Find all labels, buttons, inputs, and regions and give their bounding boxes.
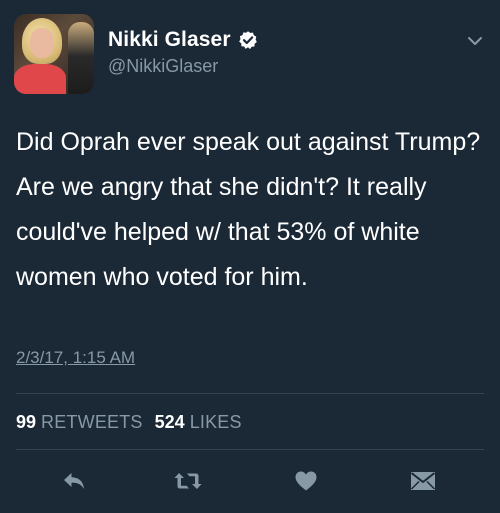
verified-badge-icon (238, 30, 258, 50)
divider (16, 393, 484, 394)
tweet-text: Did Oprah ever speak out against Trump? … (16, 128, 481, 291)
author-row: Nikki Glaser (108, 28, 258, 52)
retweet-button[interactable] (173, 466, 203, 496)
author-handle[interactable]: @NikkiGlaser (108, 56, 218, 77)
retweet-icon (174, 473, 202, 489)
reply-button[interactable] (59, 466, 89, 496)
retweets-count[interactable]: 99 (16, 412, 36, 433)
tweet-timestamp[interactable]: 2/3/17, 1:15 AM (16, 348, 135, 368)
likes-count[interactable]: 524 (155, 412, 185, 433)
like-button[interactable] (291, 466, 321, 496)
heart-icon (295, 471, 317, 491)
chevron-down-icon[interactable] (466, 34, 484, 48)
divider (16, 449, 484, 450)
avatar-face (30, 28, 54, 58)
direct-message-icon (410, 472, 436, 490)
author-name[interactable]: Nikki Glaser (108, 28, 231, 52)
avatar-dress (14, 64, 66, 94)
direct-message-button[interactable] (408, 466, 438, 496)
tweet-stats: 99 RETWEETS 524 LIKES (16, 412, 242, 433)
retweets-label[interactable]: RETWEETS (41, 412, 143, 433)
likes-label[interactable]: LIKES (190, 412, 242, 433)
avatar-background-person (68, 22, 94, 94)
reply-icon (64, 473, 84, 489)
avatar[interactable] (14, 14, 94, 94)
